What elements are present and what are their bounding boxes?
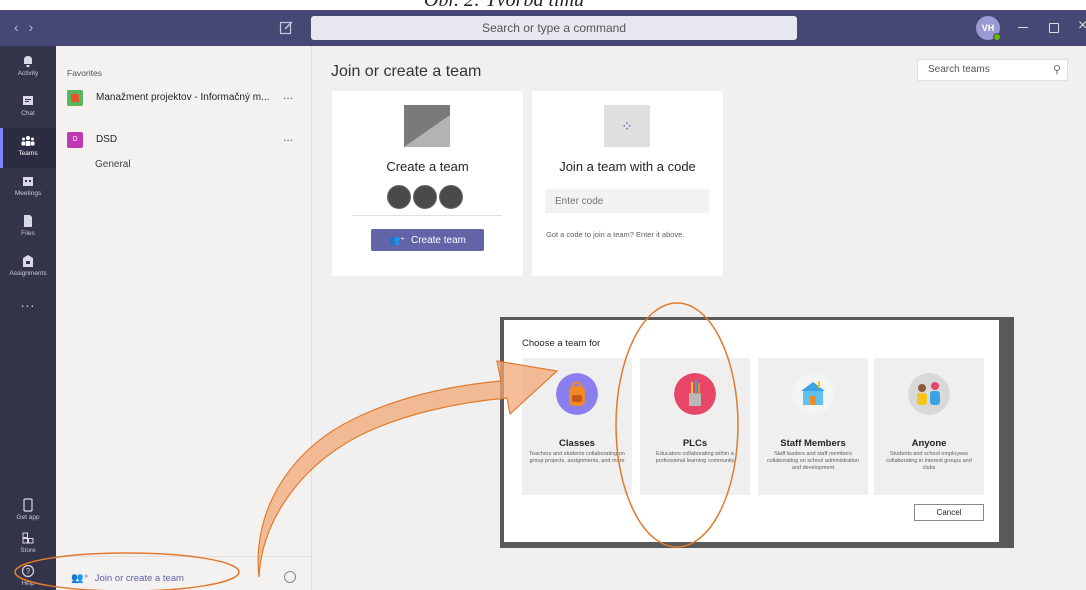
rail-item-meetings[interactable]: Meetings <box>0 168 56 208</box>
category-name: Staff Members <box>780 438 846 449</box>
category-description: Students and school employees collaborat… <box>886 451 972 471</box>
rail-label: Teams <box>18 150 38 157</box>
create-team-button[interactable]: 👥⁺ Create team <box>371 229 484 251</box>
rail-item-activity[interactable]: Activity <box>0 48 56 88</box>
rail-label: Files <box>21 230 35 237</box>
image-placeholder-icon <box>404 105 450 147</box>
join-link-label: Join or create a team <box>94 573 184 584</box>
rail-label: Chat <box>21 110 35 117</box>
join-team-title: Join a team with a code <box>559 159 696 174</box>
avatar <box>439 185 463 209</box>
maximize-icon[interactable] <box>1049 23 1059 33</box>
minimize-icon[interactable] <box>1018 27 1028 28</box>
caption-strip: Obr. 2: Tvorba tímu <box>0 0 1086 10</box>
teams-add-icon: 👥⁺ <box>389 235 405 245</box>
more-options-icon[interactable]: ... <box>283 130 293 144</box>
join-help-text: Got a code to join a team? Enter it abov… <box>546 230 685 239</box>
file-icon <box>24 215 32 227</box>
assignments-icon <box>23 255 33 267</box>
team-code-input[interactable] <box>545 189 709 213</box>
screenshot: Obr. 2: Tvorba tímu ‹› Search or type a … <box>0 0 1086 590</box>
teams-add-icon: 👥⁺ <box>71 573 89 584</box>
search-teams-input[interactable]: Search teams ⚲ <box>917 59 1068 81</box>
rail-item-teams[interactable]: Teams <box>0 128 56 168</box>
team-name: Manažment projektov - Informačný m... <box>96 92 270 103</box>
team-type-anyone[interactable]: Anyone Students and school employees col… <box>874 358 984 495</box>
rail-label: Meetings <box>14 190 42 197</box>
dialog-title: Choose a team for <box>522 338 601 349</box>
rail-item-assignments[interactable]: Assignments <box>0 248 56 288</box>
avatar <box>387 185 411 209</box>
member-avatars <box>387 185 467 209</box>
avatar[interactable]: VH <box>976 16 1001 41</box>
gear-icon[interactable] <box>284 571 296 583</box>
category-name: PLCs <box>682 438 708 449</box>
team-type-classes[interactable]: Classes Teachers and students collaborat… <box>522 358 632 495</box>
category-description: Educators collaborating within a profess… <box>655 451 735 464</box>
rail-label: Help <box>21 580 35 587</box>
rail-label: Get app <box>16 514 40 521</box>
backpack-icon <box>556 373 598 415</box>
divider <box>352 215 502 216</box>
forward-icon[interactable]: › <box>29 19 44 35</box>
choose-team-type-dialog: Choose a team for Classes Teachers and s… <box>504 320 999 542</box>
panel-footer: 👥⁺ Join or create a team <box>56 556 312 590</box>
teams-icon <box>21 136 35 146</box>
create-team-card: Create a team 👥⁺ Create team <box>332 91 523 276</box>
team-name: DSD <box>96 134 118 145</box>
svg-text:?: ? <box>26 567 31 576</box>
close-icon[interactable]: × <box>1078 17 1086 35</box>
pencil-cup-icon <box>674 373 716 415</box>
rail-label: Assignments <box>9 270 47 277</box>
chat-icon <box>23 96 33 105</box>
join-team-card: ⁘ Join a team with a code Got a code to … <box>532 91 723 276</box>
team-avatar <box>67 90 83 106</box>
avatar <box>413 185 437 209</box>
figure-caption: Obr. 2: Tvorba tímu <box>424 0 584 10</box>
rail-item-help[interactable]: ? Help <box>0 558 56 590</box>
compose-icon[interactable] <box>279 20 294 35</box>
avatar-initials: VH <box>981 23 995 33</box>
help-icon: ? <box>21 564 35 578</box>
more-options-icon[interactable]: ... <box>283 88 293 102</box>
bell-icon <box>24 56 32 67</box>
teams-panel: Favorites Manažment projektov - Informač… <box>56 46 312 590</box>
category-description: Teachers and students collaborating on g… <box>529 451 625 464</box>
category-description: Staff leaders and staff members collabor… <box>766 451 860 471</box>
presence-dot <box>993 33 1001 41</box>
store-icon <box>22 532 34 544</box>
team-item[interactable]: Manažment projektov - Informačný m... ..… <box>67 88 307 110</box>
join-or-create-team-link[interactable]: 👥⁺ Join or create a team <box>71 573 184 584</box>
category-name: Anyone <box>911 438 947 449</box>
category-name: Classes <box>559 438 595 449</box>
create-team-button-label: Create team <box>410 235 466 246</box>
back-icon[interactable]: ‹ <box>14 19 29 35</box>
team-type-plcs[interactable]: PLCs Educators collaborating within a pr… <box>640 358 750 495</box>
team-item[interactable]: D DSD ... <box>67 130 307 152</box>
search-teams-placeholder: Search teams <box>928 64 990 75</box>
favorites-label: Favorites <box>67 68 102 78</box>
create-team-title: Create a team <box>386 159 469 174</box>
app-rail: Activity Chat Teams Meetings Files Assig… <box>0 46 56 590</box>
rail-item-chat[interactable]: Chat <box>0 88 56 128</box>
cancel-button[interactable]: Cancel <box>914 504 984 521</box>
nav-arrows: ‹› <box>14 19 43 35</box>
device-icon <box>23 498 33 512</box>
rail-item-files[interactable]: Files <box>0 208 56 248</box>
teams-icon: ⁘ <box>604 105 650 147</box>
page-title: Join or create a team <box>331 63 482 80</box>
calendar-icon <box>23 177 33 186</box>
team-avatar: D <box>67 132 83 148</box>
team-type-staff-members[interactable]: Staff Members Staff leaders and staff me… <box>758 358 868 495</box>
group-people-icon <box>908 373 950 415</box>
channel-general[interactable]: General <box>95 159 131 170</box>
command-search-input[interactable]: Search or type a command <box>311 16 797 40</box>
school-building-icon <box>792 373 834 415</box>
more-apps-icon[interactable]: ... <box>0 294 56 310</box>
title-bar: ‹› Search or type a command VH × <box>0 10 1086 46</box>
rail-label: Activity <box>17 70 39 77</box>
search-icon[interactable]: ⚲ <box>1053 60 1061 80</box>
rail-label: Store <box>20 547 36 554</box>
